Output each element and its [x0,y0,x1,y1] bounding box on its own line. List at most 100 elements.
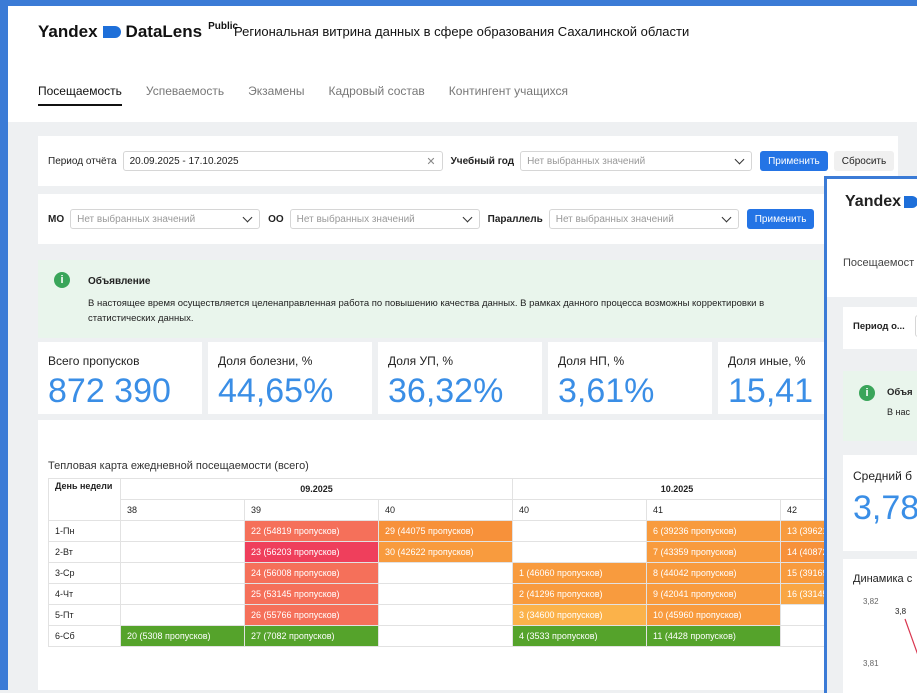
kpi-value: 15,41 [728,372,814,410]
chevron-down-icon [242,212,253,223]
heatmap-row: 4-Чт 25 (53145 пропусков) 2 (41296 пропуск… [48,583,842,605]
kpi-value: 36,32% [388,372,504,410]
day-cell: 2-Вт [48,541,121,563]
heatmap-cell[interactable]: 6 (39236 пропусков) [646,520,781,542]
overlay-chart: Динамика с 3,82 3,8 3,81 [843,559,917,693]
overlay-announcement-text: В нас [887,407,910,417]
week-header: 39 [244,499,379,521]
kpi-label: Доля иные, % [728,354,806,368]
chevron-down-icon [462,212,473,223]
top-bar: Yandex DataLens Public Региональная витр… [8,6,917,57]
mo-select[interactable]: Нет выбранных значений [70,209,261,229]
overlay-line-series [904,618,917,655]
oo-label: ОО [268,213,284,225]
heatmap-cell[interactable]: 3 (34600 пропусков) [512,604,647,626]
tab-attendance[interactable]: Посещаемость [38,84,122,106]
kpi-value: 872 390 [48,372,171,410]
main-window: Yandex DataLens Public Региональная витр… [0,0,917,690]
overlay-period-label: Период о... [853,321,905,332]
heatmap-cell[interactable]: 7 (43359 пропусков) [646,541,781,563]
heatmap-cell[interactable]: 24 (56008 пропусков) [244,562,379,584]
week-header: 38 [120,499,245,521]
heatmap-cell[interactable]: 26 (55766 пропусков) [244,604,379,626]
week-header: 41 [646,499,781,521]
heatmap-cell[interactable]: 10 (45960 пропусков) [646,604,781,626]
heatmap-cell[interactable]: 1 (46060 пропусков) [512,562,647,584]
kpi-label: Всего пропусков [48,354,140,368]
kpi-total-absences: Всего пропусков 872 390 [38,342,202,414]
heatmap-title: Тепловая карта ежедневной посещаемости (… [48,460,309,472]
heatmap-row: 5-Пт 26 (55766 пропусков) 3 (34600 пропуск… [48,604,842,626]
day-cell: 1-Пн [48,520,121,542]
heatmap-cell[interactable]: 22 (54819 пропусков) [244,520,379,542]
month-header: 10.2025 [512,478,842,500]
heatmap-cell[interactable]: 25 (53145 пропусков) [244,583,379,605]
heatmap-row: 6-Сб 20 (5308 пропусков) 27 (7082 пропуско… [48,625,842,647]
heatmap-body: 1-Пн 22 (54819 пропусков) 29 (44075 пропус… [48,520,842,647]
heatmap-table: День недели 09.2025 10.2025 38 39 40 40 … [48,478,842,647]
heatmap-cell[interactable]: 30 (42622 пропусков) [378,541,513,563]
heatmap-cell[interactable] [120,541,245,563]
heatmap-cell[interactable] [378,625,513,647]
dashboard-title: Региональная витрина данных в сфере обра… [234,24,690,39]
heatmap-cell[interactable] [378,583,513,605]
parallel-placeholder: Нет выбранных значений [555,213,674,225]
heatmap-cell[interactable]: 4 (3533 пропусков) [512,625,647,647]
clear-icon[interactable]: ✕ [426,155,435,168]
heatmap-cell[interactable]: 20 (5308 пропусков) [120,625,245,647]
heatmap-cell[interactable]: 27 (7082 пропусков) [244,625,379,647]
overlay-announcement: i Объя В нас [843,371,917,441]
heatmap-cell[interactable] [512,541,647,563]
heatmap-cell[interactable]: 9 (42041 пропусков) [646,583,781,605]
filter-row-1: Период отчёта 20.09.2025 - 17.10.2025 ✕ … [38,136,898,186]
info-icon: i [54,272,70,288]
apply-button[interactable]: Применить [760,151,828,171]
day-cell: 4-Чт [48,583,121,605]
heatmap-cell[interactable] [512,520,647,542]
datalens-logo[interactable]: Yandex DataLens Public [38,21,238,42]
week-header: 40 [512,499,647,521]
apply-button-2[interactable]: Применить [746,209,815,229]
tab-exams[interactable]: Экзамены [248,84,304,106]
heatmap-cell[interactable] [378,562,513,584]
year-select[interactable]: Нет выбранных значений [520,151,753,171]
heatmap-cell[interactable] [378,604,513,626]
heatmap-cell[interactable]: 23 (56203 пропусков) [244,541,379,563]
kpi-label: Доля болезни, % [218,354,313,368]
heatmap-cell[interactable] [120,583,245,605]
mo-label: МО [48,213,65,225]
kpi-illness-share: Доля болезни, % 44,65% [208,342,372,414]
heatmap-cell[interactable]: 8 (44042 пропусков) [646,562,781,584]
heatmap-widget: Тепловая карта ежедневной посещаемости (… [38,420,898,690]
heatmap-cell[interactable]: 29 (44075 пропусков) [378,520,513,542]
heatmap-cell[interactable]: 2 (41296 пропусков) [512,583,647,605]
overlay-logo: Yandex [845,193,917,211]
overlay-kpi-value: 3,78 [853,489,917,527]
tab-staff[interactable]: Кадровый состав [329,84,425,106]
kpi-label: Доля УП, % [388,354,454,368]
kpi-up-share: Доля УП, % 36,32% [378,342,542,414]
logo-datalens: DataLens [125,22,203,41]
heatmap-cell[interactable] [120,562,245,584]
datalens-mark-icon [102,26,121,38]
oo-select[interactable]: Нет выбранных значений [289,209,480,229]
chevron-down-icon [734,154,745,165]
day-header: День недели [48,478,121,521]
heatmap-cell[interactable]: 11 (4428 пропусков) [646,625,781,647]
period-input[interactable]: 20.09.2025 - 17.10.2025 ✕ [122,151,443,171]
month-header: 09.2025 [120,478,513,500]
overlay-tab-attendance[interactable]: Посещаемост [843,257,914,269]
period-label: Период отчёта [48,155,117,167]
parallel-select[interactable]: Нет выбранных значений [548,209,739,229]
overlay-announcement-title: Объя [887,387,913,398]
tab-students[interactable]: Контингент учащихся [449,84,568,106]
datalens-mark-icon [904,196,917,208]
heatmap-cell[interactable] [120,520,245,542]
period-value: 20.09.2025 - 17.10.2025 [129,155,239,167]
announcement-text: В настоящее время осуществляется целенап… [88,298,765,324]
overlay-kpi: Средний б 3,78 [843,455,917,551]
announcement-title: Объявление [88,276,151,287]
reset-button[interactable]: Сбросить [833,151,895,171]
heatmap-cell[interactable] [120,604,245,626]
tab-performance[interactable]: Успеваемость [146,84,224,106]
